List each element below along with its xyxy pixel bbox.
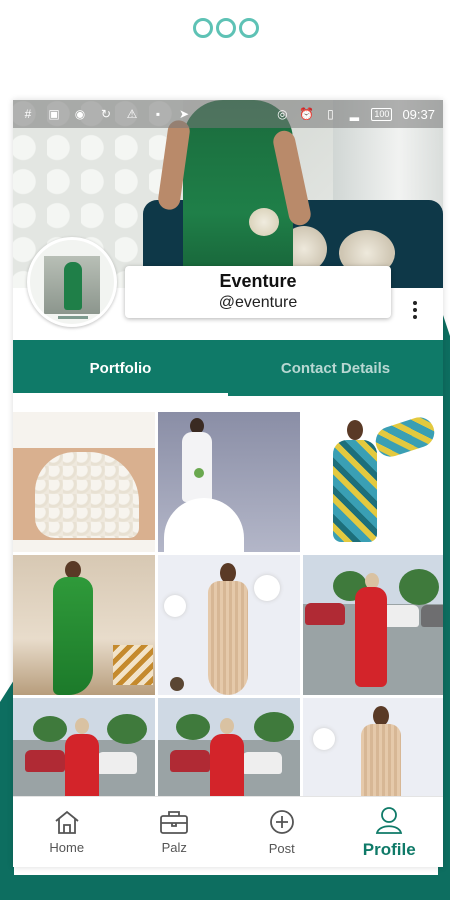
portfolio-tile[interactable] [303, 555, 443, 695]
profile-handle: @eventure [218, 294, 298, 311]
portfolio-tile[interactable] [303, 412, 443, 552]
phone-screen: # ▣ ◉ ↻ ⚠ ▪ ➤ ◎ ⏰ ▯ ▂ 100 09:37 Eventure [13, 100, 443, 867]
portfolio-tile[interactable] [303, 698, 443, 796]
portfolio-grid [13, 412, 443, 796]
profile-tabs: Portfolio Contact Details [13, 340, 443, 396]
status-time: 09:37 [402, 106, 435, 122]
bag-icon: ▪ [155, 107, 161, 121]
vibrate-icon: ▯ [327, 107, 334, 121]
briefcase-icon [159, 809, 189, 835]
nav-post[interactable]: Post [228, 797, 336, 867]
sync-icon: ↻ [100, 107, 112, 121]
portfolio-tile[interactable] [13, 555, 155, 695]
hashtag-icon: # [24, 107, 32, 121]
profile-name: Eventure [219, 271, 297, 291]
portfolio-tile[interactable] [158, 412, 300, 552]
home-icon [53, 809, 81, 835]
portfolio-tile[interactable] [158, 698, 300, 796]
image-icon: ▣ [48, 107, 60, 121]
logo-ring [239, 18, 259, 38]
alarm-icon: ⏰ [298, 107, 314, 121]
nav-home[interactable]: Home [13, 797, 121, 867]
logo-ring [216, 18, 236, 38]
profile-avatar[interactable] [27, 237, 117, 327]
app-logo [193, 18, 259, 38]
background-decoration-bottom [0, 875, 450, 900]
nav-profile[interactable]: Profile [336, 797, 444, 867]
nav-home-label: Home [49, 840, 85, 855]
portfolio-tile[interactable] [13, 412, 155, 552]
background-decoration-left [0, 680, 14, 900]
tab-portfolio[interactable]: Portfolio [13, 340, 228, 396]
send-icon: ➤ [178, 107, 190, 121]
user-icon [374, 805, 404, 835]
plus-circle-icon [268, 808, 296, 836]
tab-contact-details[interactable]: Contact Details [228, 340, 443, 396]
bottom-navigation: Home Palz Post Profile [13, 796, 443, 867]
status-bar: # ▣ ◉ ↻ ⚠ ▪ ➤ ◎ ⏰ ▯ ▂ 100 09:37 [13, 100, 443, 128]
profile-name-card: Eventure @eventure [125, 266, 391, 318]
nav-profile-label: Profile [362, 839, 416, 859]
portfolio-tile[interactable] [158, 555, 300, 695]
signal-icon: ▂ [349, 107, 360, 121]
nav-palz[interactable]: Palz [121, 797, 229, 867]
more-options-icon[interactable] [405, 298, 425, 322]
hotspot-icon: ◎ [277, 107, 288, 121]
signal-broadcast-icon: ◉ [74, 107, 86, 121]
battery-icon: 100 [371, 107, 393, 121]
warning-icon: ⚠ [126, 107, 138, 121]
logo-ring [193, 18, 213, 38]
portfolio-tile[interactable] [13, 698, 155, 796]
nav-palz-label: Palz [161, 840, 187, 855]
nav-post-label: Post [268, 841, 295, 856]
